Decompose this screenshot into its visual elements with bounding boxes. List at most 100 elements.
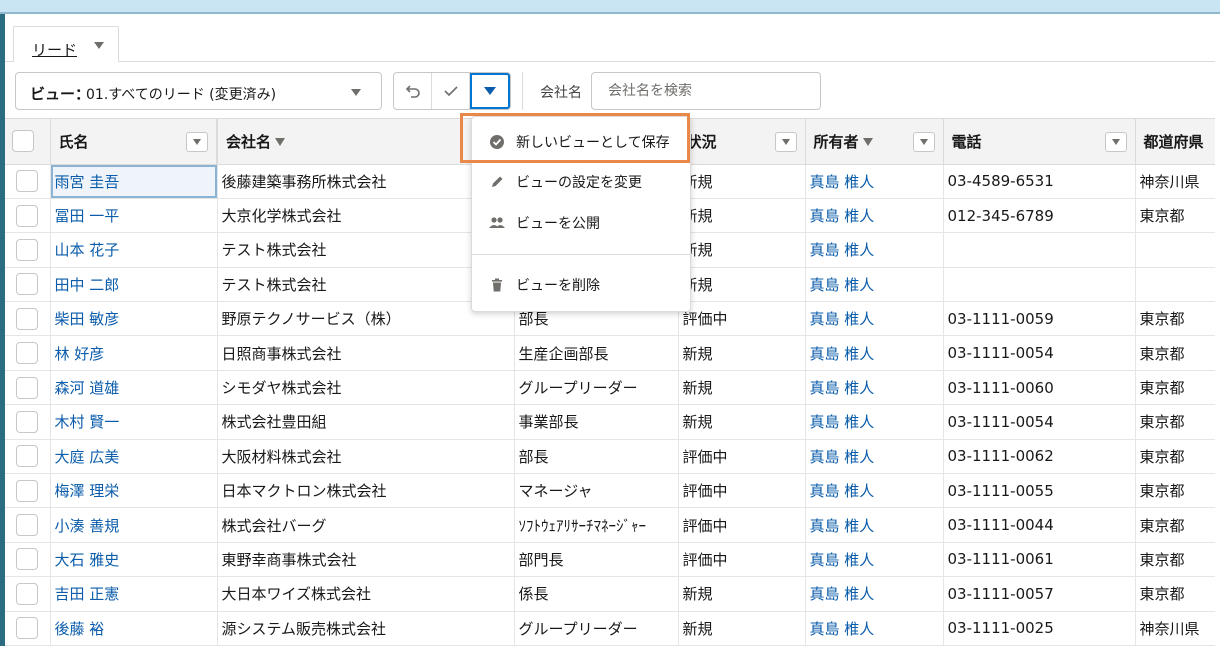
column-menu-button[interactable] bbox=[774, 132, 797, 152]
menu-item-share-view[interactable]: ビューを公開 bbox=[472, 206, 692, 240]
row-checkbox[interactable] bbox=[16, 514, 38, 537]
lead-name-link[interactable]: 梅澤 理栄 bbox=[55, 482, 120, 500]
sort-icon[interactable] bbox=[275, 138, 286, 147]
column-header-status[interactable]: 状況 bbox=[678, 119, 806, 165]
select-all-checkbox[interactable] bbox=[12, 130, 34, 153]
row-checkbox[interactable] bbox=[16, 548, 38, 571]
column-header-company[interactable]: 会社名 bbox=[216, 119, 515, 165]
lead-name-link[interactable]: 林 好彦 bbox=[55, 345, 105, 363]
table-cell bbox=[5, 439, 51, 475]
owner-link[interactable]: 真島 椎人 bbox=[810, 620, 875, 638]
owner-link[interactable]: 真島 椎人 bbox=[810, 207, 875, 225]
chevron-down-icon[interactable] bbox=[351, 89, 361, 96]
view-selector[interactable]: ビュー： 01.すべてのリード (変更済み) bbox=[15, 72, 382, 110]
sort-icon[interactable] bbox=[862, 138, 873, 147]
owner-link[interactable]: 真島 椎人 bbox=[810, 310, 875, 328]
table-cell: 東京都 bbox=[1135, 439, 1215, 475]
column-menu-button[interactable] bbox=[1104, 132, 1127, 152]
lead-name-link[interactable]: 田中 二郎 bbox=[55, 276, 120, 294]
menu-item-edit-view-settings[interactable]: ビューの設定を変更 bbox=[472, 165, 692, 199]
owner-link[interactable]: 真島 椎人 bbox=[810, 517, 875, 535]
lead-name-link[interactable]: 小湊 善規 bbox=[55, 517, 120, 535]
prefecture-cell: 東京都 bbox=[1139, 413, 1185, 432]
row-checkbox[interactable] bbox=[16, 582, 38, 605]
view-menu-button[interactable] bbox=[470, 73, 510, 109]
status-cell: 新規 bbox=[682, 344, 713, 363]
owner-link[interactable]: 真島 椎人 bbox=[810, 345, 875, 363]
lead-name-link[interactable]: 木村 賢一 bbox=[55, 413, 120, 431]
lead-name-link[interactable]: 冨田 一平 bbox=[55, 207, 120, 225]
lead-name-link[interactable]: 大石 雅史 bbox=[55, 551, 120, 569]
lead-name-link[interactable]: 柴田 敏彦 bbox=[55, 310, 120, 328]
row-checkbox[interactable] bbox=[16, 238, 38, 261]
column-header-prefecture[interactable]: 都道府県 bbox=[1135, 119, 1215, 165]
row-checkbox[interactable] bbox=[16, 445, 38, 468]
table-cell bbox=[943, 232, 1136, 268]
lead-name-link[interactable]: 大庭 広美 bbox=[55, 448, 120, 466]
owner-link[interactable]: 真島 椎人 bbox=[810, 413, 875, 431]
lead-name-link[interactable]: 吉田 正憲 bbox=[55, 585, 120, 603]
column-menu-button[interactable] bbox=[186, 132, 208, 152]
row-checkbox[interactable] bbox=[16, 376, 38, 399]
owner-link[interactable]: 真島 椎人 bbox=[810, 241, 875, 259]
table-cell bbox=[5, 267, 51, 303]
row-checkbox[interactable] bbox=[16, 204, 38, 227]
undo-icon bbox=[405, 85, 420, 98]
table-row[interactable]: 小湊 善規 株式会社バーグ ｿﾌﾄｳｪｱﾘｻｰﾁﾏﾈｰｼﾞｬｰ 評価中 真島 椎人 03-… bbox=[5, 507, 1215, 543]
table-cell: 真島 椎人 bbox=[805, 232, 944, 268]
people-icon bbox=[488, 214, 506, 232]
tab-leads[interactable]: リード bbox=[13, 26, 119, 66]
table-row[interactable]: 吉田 正憲 大日本ワイズ株式会社 係長 新規 真島 椎人 03-1111-0057 東京都 bbox=[5, 576, 1215, 612]
table-cell: 大京化学株式会社 bbox=[217, 198, 515, 234]
owner-link[interactable]: 真島 椎人 bbox=[810, 276, 875, 294]
table-row[interactable]: 後藤 裕 源システム販売株式会社 グループリーダー 新規 真島 椎人 03-1111-00… bbox=[5, 611, 1215, 646]
row-checkbox[interactable] bbox=[16, 342, 38, 365]
menu-item-save-as-new-view[interactable]: 新しいビューとして保存 bbox=[472, 125, 692, 159]
table-row[interactable]: 木村 賢一 株式会社豊田組 事業部長 新規 真島 椎人 03-1111-0054 東京都 bbox=[5, 404, 1215, 440]
table-cell: グループリーダー bbox=[514, 370, 679, 406]
column-header-owner[interactable]: 所有者 bbox=[805, 119, 944, 165]
owner-link[interactable]: 真島 椎人 bbox=[810, 585, 875, 603]
owner-link[interactable]: 真島 椎人 bbox=[810, 448, 875, 466]
row-checkbox[interactable] bbox=[16, 617, 38, 640]
table-row[interactable]: 大石 雅史 東野幸商事株式会社 部門長 評価中 真島 椎人 03-1111-0061 東京都 bbox=[5, 542, 1215, 578]
table-row[interactable]: 林 好彦 日照商事株式会社 生産企画部長 新規 真島 椎人 03-1111-0054 東京都 bbox=[5, 335, 1215, 371]
lead-name-link[interactable]: 森河 道雄 bbox=[55, 379, 120, 397]
table-cell: 林 好彦 bbox=[50, 335, 218, 371]
table-row[interactable]: 大庭 広美 大阪材料株式会社 部長 評価中 真島 椎人 03-1111-0062 東京都 bbox=[5, 439, 1215, 475]
table-cell bbox=[1135, 232, 1215, 268]
tab-leads-label[interactable]: リード bbox=[32, 39, 77, 60]
lead-name-link[interactable]: 後藤 裕 bbox=[55, 620, 105, 638]
table-cell: 評価中 bbox=[678, 439, 806, 475]
owner-link[interactable]: 真島 椎人 bbox=[810, 551, 875, 569]
chevron-down-icon[interactable] bbox=[94, 42, 104, 49]
menu-item-delete-view[interactable]: ビューを削除 bbox=[472, 268, 692, 302]
undo-button[interactable] bbox=[394, 73, 432, 109]
phone-cell: 03-1111-0057 bbox=[947, 584, 1054, 603]
table-cell: テスト株式会社 bbox=[217, 267, 515, 303]
table-row[interactable]: 梅澤 理栄 日本マクトロン株式会社 マネージャ 評価中 真島 椎人 03-1111-005… bbox=[5, 473, 1215, 509]
lead-name-link[interactable]: 山本 花子 bbox=[55, 241, 120, 259]
row-checkbox[interactable] bbox=[16, 273, 38, 296]
lead-name-link[interactable]: 雨宮 圭吾 bbox=[55, 173, 120, 191]
save-check-button[interactable] bbox=[432, 73, 470, 109]
row-checkbox[interactable] bbox=[16, 479, 38, 502]
row-checkbox[interactable] bbox=[16, 170, 38, 193]
table-row[interactable]: 森河 道雄 シモダヤ株式会社 グループリーダー 新規 真島 椎人 03-1111-0060… bbox=[5, 370, 1215, 406]
table-cell: ｿﾌﾄｳｪｱﾘｻｰﾁﾏﾈｰｼﾞｬｰ bbox=[514, 507, 679, 543]
phone-cell: 03-1111-0059 bbox=[947, 309, 1054, 328]
row-checkbox[interactable] bbox=[16, 410, 38, 433]
table-cell bbox=[5, 576, 51, 612]
owner-link[interactable]: 真島 椎人 bbox=[810, 482, 875, 500]
company-cell: 後藤建築事務所株式会社 bbox=[221, 172, 387, 191]
row-checkbox[interactable] bbox=[16, 307, 38, 330]
table-cell: 事業部長 bbox=[514, 404, 679, 440]
column-header-phone[interactable]: 電話 bbox=[943, 119, 1136, 165]
owner-link[interactable]: 真島 椎人 bbox=[810, 173, 875, 191]
table-cell: 新規 bbox=[678, 611, 806, 646]
table-cell bbox=[5, 164, 51, 199]
company-search-input[interactable] bbox=[591, 72, 821, 110]
owner-link[interactable]: 真島 椎人 bbox=[810, 379, 875, 397]
column-menu-button[interactable] bbox=[912, 132, 935, 152]
column-header-name[interactable]: 氏名 bbox=[50, 119, 218, 165]
